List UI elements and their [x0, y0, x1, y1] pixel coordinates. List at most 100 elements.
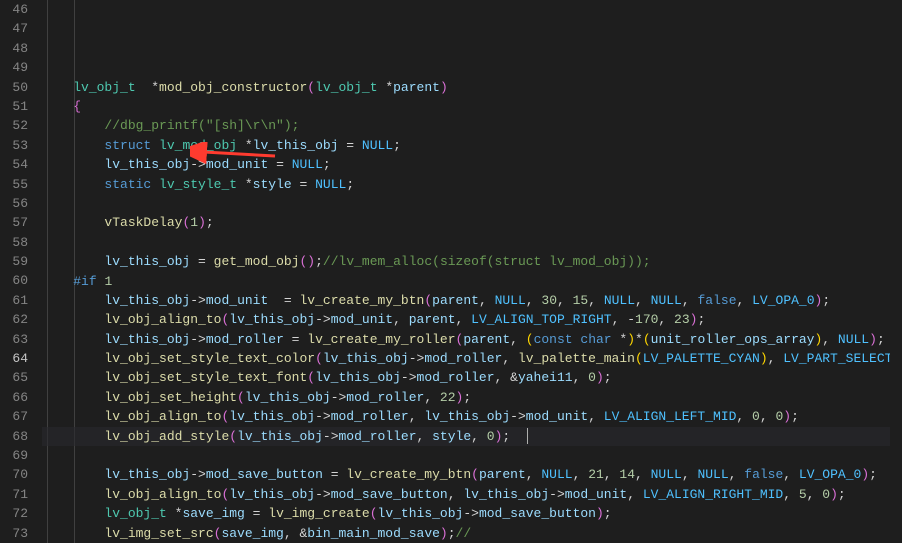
code-line[interactable]: lv_obj_align_to(lv_this_obj->mod_roller,…	[42, 407, 902, 426]
token-brace: )	[596, 506, 604, 521]
token-op: =	[339, 138, 362, 153]
token-brace: )	[830, 487, 838, 502]
token-brace: )	[861, 467, 869, 482]
token-op: =	[323, 467, 346, 482]
token-num: 15	[573, 293, 589, 308]
token-punc: ,	[495, 370, 511, 385]
token-brace: )	[198, 215, 206, 230]
code-line[interactable]: //dbg_printf("[sh]\r\n");	[42, 116, 902, 135]
code-line[interactable]: lv_obj_t *mod_obj_constructor(lv_obj_t *…	[42, 78, 902, 97]
token-const: NULL	[495, 293, 526, 308]
token-op: ->	[315, 409, 331, 424]
code-line[interactable]: lv_this_obj->mod_roller = lv_create_my_r…	[42, 330, 902, 349]
vertical-scrollbar[interactable]	[890, 0, 902, 543]
line-number: 54	[8, 155, 28, 174]
code-line[interactable]	[42, 194, 902, 213]
token-punc: ;	[323, 157, 331, 172]
token-var: mod_roller	[206, 332, 284, 347]
whitespace	[510, 427, 526, 446]
token-var: lv_this_obj	[229, 487, 315, 502]
token-var: parent	[432, 293, 479, 308]
token-punc: ,	[479, 293, 495, 308]
code-line[interactable]: static lv_style_t *style = NULL;	[42, 175, 902, 194]
code-line[interactable]: lv_obj_align_to(lv_this_obj->mod_save_bu…	[42, 485, 902, 504]
token-var: lv_this_obj	[104, 254, 190, 269]
token-brace2: (	[643, 332, 651, 347]
token-brace: )	[440, 526, 448, 541]
code-line[interactable]: {	[42, 97, 902, 116]
code-line[interactable]: #if 1	[42, 272, 902, 291]
token-const: NULL	[651, 293, 682, 308]
line-number: 70	[8, 465, 28, 484]
code-area[interactable]: lv_obj_t *mod_obj_constructor(lv_obj_t *…	[42, 0, 902, 543]
code-line[interactable]: vTaskDelay(1);	[42, 213, 902, 232]
code-line[interactable]: lv_img_set_src(save_img, &bin_main_mod_s…	[42, 524, 902, 543]
token-brace: (	[307, 370, 315, 385]
token-punc: ,	[471, 429, 487, 444]
code-line[interactable]: lv_this_obj->mod_save_button = lv_create…	[42, 465, 902, 484]
token-op	[151, 177, 159, 192]
token-punc: ;	[604, 370, 612, 385]
code-line[interactable]: lv_obj_set_height(lv_this_obj->mod_rolle…	[42, 388, 902, 407]
token-punc: ,	[573, 467, 589, 482]
token-op: ->	[315, 487, 331, 502]
token-const: LV_ALIGN_LEFT_MID	[604, 409, 737, 424]
token-op: ->	[190, 293, 206, 308]
token-var: lv_this_obj	[229, 409, 315, 424]
token-op: *	[136, 80, 159, 95]
token-op: *	[635, 332, 643, 347]
token-punc: ,	[588, 409, 604, 424]
token-op: ->	[323, 429, 339, 444]
token-punc: ,	[768, 351, 784, 366]
line-number: 49	[8, 58, 28, 77]
code-line[interactable]: lv_obj_set_style_text_color(lv_this_obj-…	[42, 349, 902, 368]
line-number: 59	[8, 252, 28, 271]
token-punc: ,	[783, 467, 799, 482]
token-num: 0	[588, 370, 596, 385]
token-fn: lv_palette_main	[518, 351, 635, 366]
token-var: lv_this_obj	[245, 390, 331, 405]
token-brace: )	[440, 80, 448, 95]
code-line[interactable]: lv_obj_t *save_img = lv_img_create(lv_th…	[42, 504, 902, 523]
token-num: 21	[588, 467, 604, 482]
line-number: 58	[8, 233, 28, 252]
code-editor[interactable]: 4647484950515253545556575859606162636465…	[0, 0, 902, 543]
token-var: mod_roller	[339, 429, 417, 444]
token-const: LV_PALETTE_CYAN	[643, 351, 760, 366]
token-num: 30	[541, 293, 557, 308]
code-line[interactable]	[42, 233, 902, 252]
token-fn: mod_obj_constructor	[159, 80, 307, 95]
token-fn: lv_create_my_btn	[346, 467, 471, 482]
line-number: 64	[8, 349, 28, 368]
token-kw: static	[104, 177, 151, 192]
token-brace: )	[596, 370, 604, 385]
token-kw: const	[534, 332, 573, 347]
token-op: *	[612, 332, 628, 347]
code-line[interactable]	[42, 446, 902, 465]
code-line[interactable]: struct lv_mod_obj *lv_this_obj = NULL;	[42, 136, 902, 155]
token-var: style	[432, 429, 471, 444]
line-number: 65	[8, 368, 28, 387]
token-fn: lv_create_my_btn	[300, 293, 425, 308]
code-line[interactable]: lv_obj_set_style_text_font(lv_this_obj->…	[42, 368, 902, 387]
code-line[interactable]: lv_this_obj->mod_unit = lv_create_my_btn…	[42, 291, 902, 310]
code-line[interactable]: lv_obj_align_to(lv_this_obj->mod_unit, p…	[42, 310, 902, 329]
code-line[interactable]: lv_this_obj = get_mod_obj();//lv_mem_all…	[42, 252, 902, 271]
token-punc: ,	[573, 370, 589, 385]
token-punc: ,	[502, 351, 518, 366]
token-punc: ;	[393, 138, 401, 153]
token-kw: char	[580, 332, 611, 347]
token-op: ->	[190, 467, 206, 482]
line-number: 55	[8, 175, 28, 194]
code-line[interactable]: lv_this_obj->mod_unit = NULL;	[42, 155, 902, 174]
token-kw: struct	[104, 138, 151, 153]
token-punc: ,	[658, 312, 674, 327]
token-op: ->	[463, 506, 479, 521]
token-num: 170	[635, 312, 658, 327]
token-type: lv_obj_t	[104, 506, 166, 521]
code-line[interactable]: lv_obj_add_style(lv_this_obj->mod_roller…	[42, 427, 902, 446]
token-punc: ,	[682, 467, 698, 482]
token-const: NULL	[651, 467, 682, 482]
token-const: LV_OPA_0	[752, 293, 814, 308]
line-number: 48	[8, 39, 28, 58]
